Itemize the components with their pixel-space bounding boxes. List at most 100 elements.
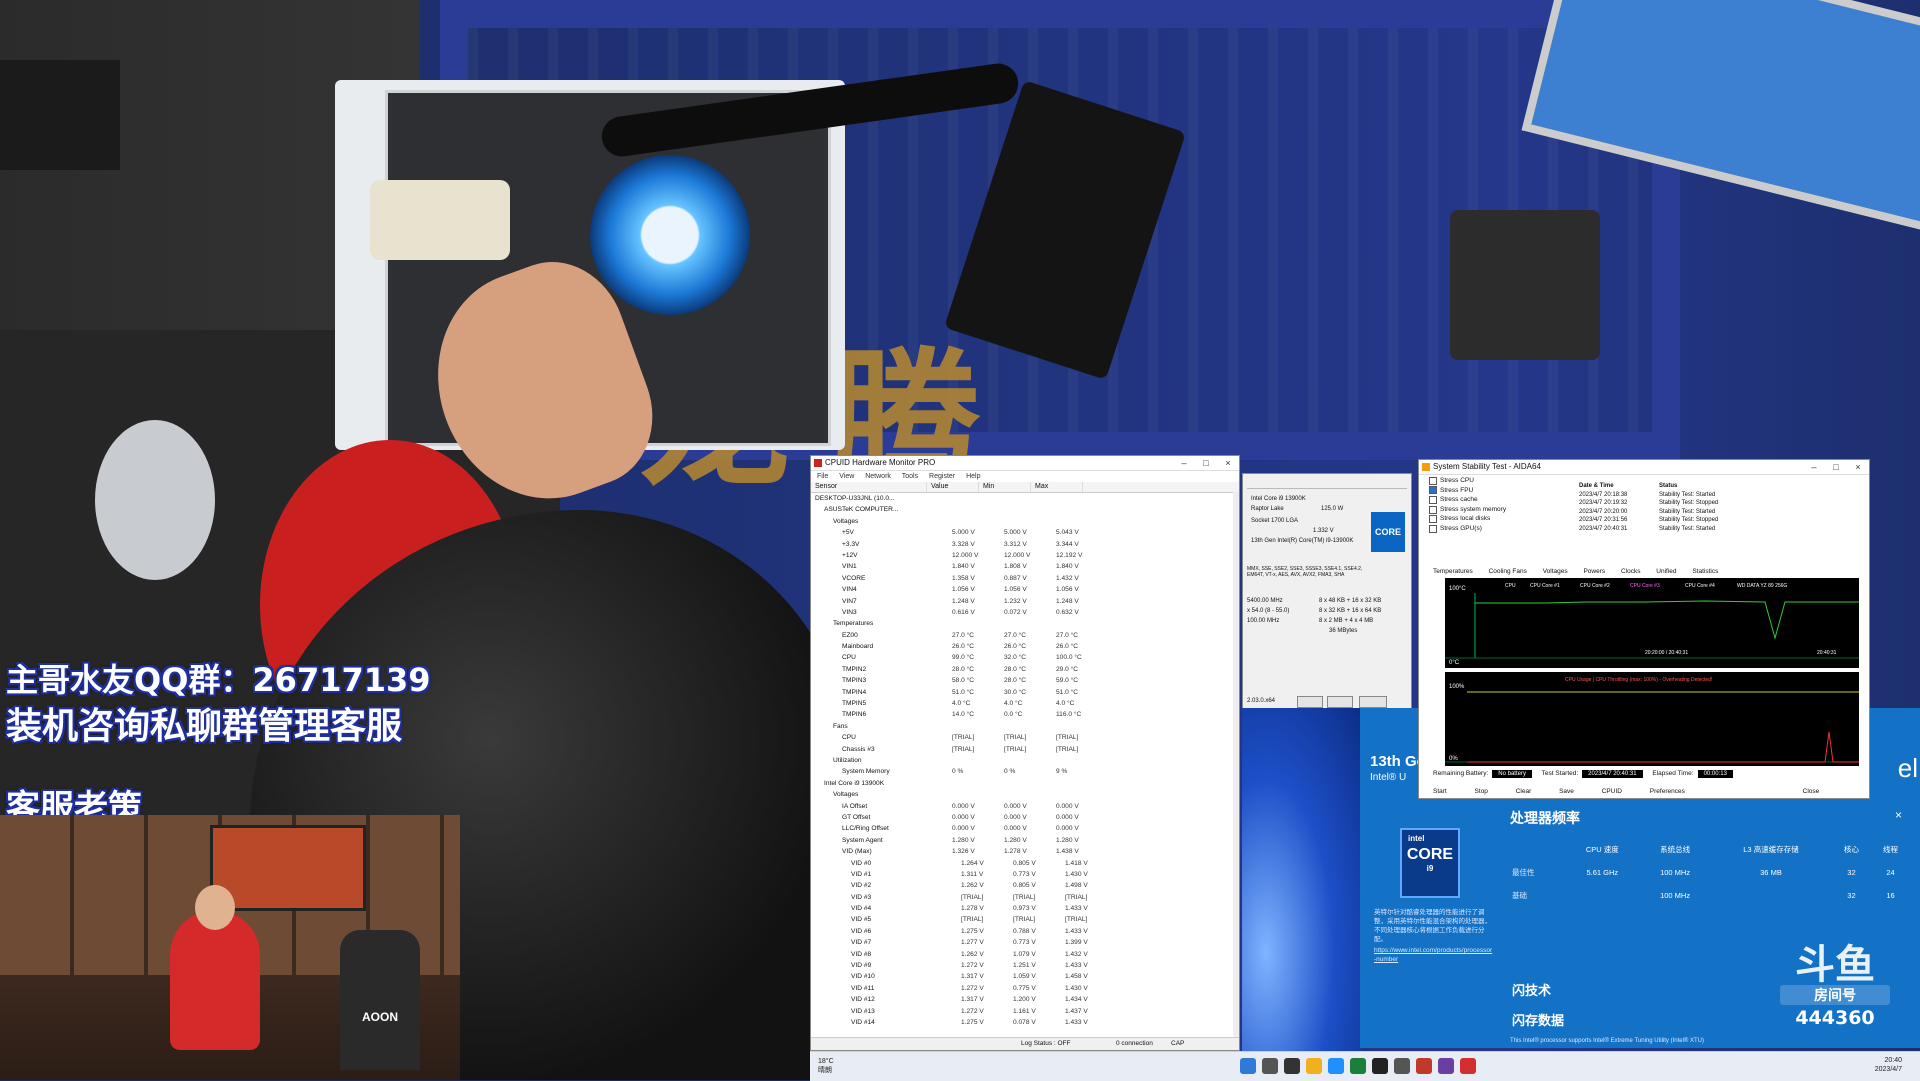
menu-view[interactable]: View — [839, 473, 854, 480]
hwmonitor-titlebar[interactable]: CPUID Hardware Monitor PRO – □ × — [811, 456, 1239, 471]
close-button[interactable]: Close — [1803, 788, 1820, 795]
stress-option[interactable]: Stress GPU(s) — [1429, 524, 1506, 534]
sensor-row[interactable]: ASUSTeK COMPUTER... — [811, 504, 1239, 515]
sensor-row[interactable]: VIN1 1.840 V 1.808 V 1.840 V — [811, 561, 1239, 572]
cpuid-button[interactable]: CPUID — [1602, 788, 1622, 795]
hwmonitor-scrollbar[interactable] — [1233, 492, 1239, 1038]
sensor-row[interactable]: VID #13 1.272 V 1.161 V 1.437 V — [811, 1006, 1239, 1017]
sensor-row[interactable]: VID #10 1.317 V 1.059 V 1.458 V — [811, 971, 1239, 982]
sensor-row[interactable]: Fans — [811, 721, 1239, 732]
close-icon[interactable]: × — [1895, 808, 1902, 822]
edge-icon[interactable] — [1328, 1058, 1344, 1074]
start-button[interactable]: Start — [1433, 788, 1447, 795]
sensor-row[interactable]: VID #3 [TRIAL] [TRIAL] [TRIAL] — [811, 892, 1239, 903]
menu-network[interactable]: Network — [865, 473, 891, 480]
menu-register[interactable]: Register — [929, 473, 955, 480]
checkbox[interactable] — [1429, 505, 1437, 514]
sensor-row[interactable]: Voltages — [811, 516, 1239, 527]
sensor-row[interactable]: VIN7 1.248 V 1.232 V 1.248 V — [811, 596, 1239, 607]
tab-statistics[interactable]: Statistics — [1692, 568, 1718, 575]
menu-tools[interactable]: Tools — [902, 473, 918, 480]
taskbar-clock[interactable]: 20:40 2023/4/7 — [1875, 1056, 1902, 1074]
sensor-row[interactable]: VID #14 1.275 V 0.078 V 1.433 V — [811, 1017, 1239, 1028]
sensor-row[interactable]: VCORE 1.358 V 0.887 V 1.432 V — [811, 573, 1239, 584]
tab-temperatures[interactable]: Temperatures — [1433, 568, 1473, 575]
file-explorer-icon[interactable] — [1306, 1058, 1322, 1074]
save-button[interactable]: Save — [1559, 788, 1574, 795]
app-icon[interactable] — [1350, 1058, 1366, 1074]
col-max[interactable]: Max — [1031, 482, 1083, 492]
hwmonitor-taskbar-icon[interactable] — [1460, 1058, 1476, 1074]
checkbox[interactable] — [1429, 476, 1437, 485]
minimize-button[interactable]: – — [1173, 456, 1195, 470]
sensor-row[interactable]: DESKTOP-U33JNL (10.0... — [811, 493, 1239, 504]
sensor-row[interactable]: CPU [TRIAL] [TRIAL] [TRIAL] — [811, 732, 1239, 743]
tab-unified[interactable]: Unified — [1656, 568, 1676, 575]
cpuz-close-button[interactable] — [1359, 696, 1387, 708]
sensor-row[interactable]: TMPIN4 51.0 °C 30.0 °C 51.0 °C — [811, 687, 1239, 698]
stop-button[interactable]: Stop — [1475, 788, 1488, 795]
stress-option[interactable]: Stress FPU — [1429, 486, 1506, 496]
sensor-row[interactable]: Voltages — [811, 789, 1239, 800]
tab-clocks[interactable]: Clocks — [1621, 568, 1641, 575]
sensor-row[interactable]: TMPIN5 4.0 °C 4.0 °C 4.0 °C — [811, 698, 1239, 709]
checkbox[interactable] — [1429, 524, 1437, 533]
sensor-row[interactable]: VID #6 1.275 V 0.788 V 1.433 V — [811, 926, 1239, 937]
sensor-row[interactable]: TMPIN2 28.0 °C 28.0 °C 29.0 °C — [811, 664, 1239, 675]
app-icon[interactable] — [1372, 1058, 1388, 1074]
menu-file[interactable]: File — [817, 473, 828, 480]
tab-powers[interactable]: Powers — [1583, 568, 1605, 575]
sensor-row[interactable]: System Memory 0 % 0 % 9 % — [811, 766, 1239, 777]
aida64-titlebar[interactable]: System Stability Test - AIDA64 – □ × — [1419, 460, 1869, 475]
menu-help[interactable]: Help — [966, 473, 980, 480]
sensor-row[interactable]: TMPIN6 14.0 °C 0.0 °C 116.0 °C — [811, 709, 1239, 720]
sensor-row[interactable]: VID #2 1.262 V 0.805 V 1.498 V — [811, 880, 1239, 891]
stress-option[interactable]: Stress system memory — [1429, 505, 1506, 515]
aida64-taskbar-icon[interactable] — [1416, 1058, 1432, 1074]
minimize-button[interactable]: – — [1803, 460, 1825, 474]
sensor-row[interactable]: VID #4 1.278 V 0.973 V 1.433 V — [811, 903, 1239, 914]
checkbox[interactable] — [1429, 495, 1437, 504]
stress-option[interactable]: Stress cache — [1429, 495, 1506, 505]
app-icon[interactable] — [1394, 1058, 1410, 1074]
start-icon[interactable] — [1240, 1058, 1256, 1074]
sensor-row[interactable]: Temperatures — [811, 618, 1239, 629]
sensor-row[interactable]: VID #7 1.277 V 0.773 V 1.399 V — [811, 937, 1239, 948]
checkbox[interactable] — [1429, 486, 1437, 495]
xtu-section-data[interactable]: 闪存数据 — [1512, 1010, 1564, 1029]
stress-option[interactable]: Stress CPU — [1429, 476, 1506, 486]
col-sensor[interactable]: Sensor — [811, 482, 927, 492]
cpuz-tabs[interactable] — [1247, 478, 1407, 489]
close-button[interactable]: × — [1847, 460, 1869, 474]
sensor-row[interactable]: VID (Max) 1.326 V 1.278 V 1.438 V — [811, 846, 1239, 857]
sensor-row[interactable]: Mainboard 26.0 °C 26.0 °C 26.0 °C — [811, 641, 1239, 652]
sensor-row[interactable]: System Agent 1.280 V 1.280 V 1.280 V — [811, 835, 1239, 846]
sensor-row[interactable]: Utilization — [811, 755, 1239, 766]
maximize-button[interactable]: □ — [1825, 460, 1847, 474]
app-icon[interactable] — [1438, 1058, 1454, 1074]
close-button[interactable]: × — [1217, 456, 1239, 470]
maximize-button[interactable]: □ — [1195, 456, 1217, 470]
xtu-link[interactable]: https://www.intel.com/products/processor… — [1374, 946, 1494, 964]
weather-widget[interactable]: 18°C 晴朗 — [818, 1057, 834, 1075]
stress-option[interactable]: Stress local disks — [1429, 514, 1506, 524]
xtu-section-tech[interactable]: 闪技术 — [1512, 980, 1551, 999]
sensor-row[interactable]: VID #12 1.317 V 1.200 V 1.434 V — [811, 994, 1239, 1005]
sensor-row[interactable]: GT Offset 0.000 V 0.000 V 0.000 V — [811, 812, 1239, 823]
cpuz-validate-button[interactable] — [1327, 696, 1353, 708]
search-icon[interactable] — [1262, 1058, 1278, 1074]
sensor-row[interactable]: TMPIN3 58.0 °C 28.0 °C 59.0 °C — [811, 675, 1239, 686]
sensor-row[interactable]: VID #0 1.264 V 0.805 V 1.418 V — [811, 858, 1239, 869]
sensor-row[interactable]: IA Offset 0.000 V 0.000 V 0.000 V — [811, 801, 1239, 812]
task-view-icon[interactable] — [1284, 1058, 1300, 1074]
sensor-row[interactable]: VIN4 1.056 V 1.056 V 1.056 V — [811, 584, 1239, 595]
sensor-row[interactable]: VID #11 1.272 V 0.775 V 1.430 V — [811, 983, 1239, 994]
sensor-row[interactable]: VID #1 1.311 V 0.773 V 1.430 V — [811, 869, 1239, 880]
col-value[interactable]: Value — [927, 482, 979, 492]
sensor-row[interactable]: CPU 99.0 °C 32.0 °C 100.0 °C — [811, 652, 1239, 663]
cpuz-tools-button[interactable] — [1297, 696, 1323, 708]
preferences-button[interactable]: Preferences — [1650, 788, 1685, 795]
sensor-row[interactable]: +5V 5.000 V 5.000 V 5.043 V — [811, 527, 1239, 538]
sensor-row[interactable]: VIN3 0.616 V 0.072 V 0.632 V — [811, 607, 1239, 618]
sensor-row[interactable]: VID #9 1.272 V 1.251 V 1.433 V — [811, 960, 1239, 971]
